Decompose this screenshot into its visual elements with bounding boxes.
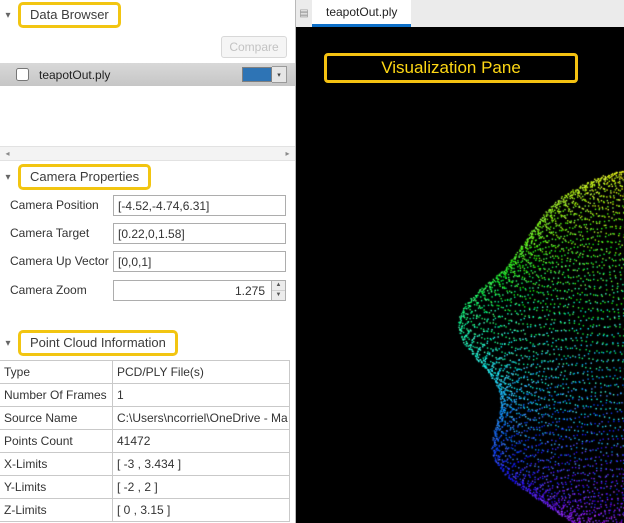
camera-target-row: Camera Target bbox=[0, 223, 295, 245]
spinner-down-icon[interactable]: ▼ bbox=[272, 291, 285, 300]
camera-properties-header: ▾ Camera Properties bbox=[2, 164, 152, 190]
point-cloud-information-title: Point Cloud Information bbox=[18, 330, 178, 356]
file-checkbox[interactable] bbox=[16, 68, 29, 81]
visualization-pane-annotation: Visualization Pane bbox=[324, 53, 578, 83]
data-browser-title: Data Browser bbox=[18, 2, 121, 28]
data-browser-header: ▾ Data Browser bbox=[2, 2, 121, 28]
camera-target-input[interactable] bbox=[113, 223, 286, 244]
row-label: Z-Limits bbox=[0, 499, 113, 521]
row-label: X-Limits bbox=[0, 453, 113, 475]
spinner-up-icon[interactable]: ▲ bbox=[272, 281, 285, 291]
scroll-left-icon[interactable]: ◂ bbox=[0, 149, 15, 158]
table-row: Z-Limits[ 0 , 3.15 ] bbox=[0, 499, 290, 522]
row-value: 41472 bbox=[113, 430, 290, 452]
visualization-pane[interactable]: Visualization Pane bbox=[296, 27, 624, 523]
camera-properties-title: Camera Properties bbox=[18, 164, 152, 190]
table-row: Source Name C:\Users\ncorriel\OneDrive - … bbox=[0, 407, 290, 430]
row-value: [ -2 , 2 ] bbox=[113, 476, 290, 498]
data-browser-panel: ▾ Data Browser Compare teapotOut.ply ▾ ◂… bbox=[0, 0, 295, 523]
camera-position-label: Camera Position bbox=[10, 198, 99, 212]
compare-button[interactable]: Compare bbox=[221, 36, 287, 58]
file-list-item[interactable]: teapotOut.ply ▾ bbox=[0, 63, 295, 86]
camera-zoom-row: Camera Zoom ▲ ▼ bbox=[0, 280, 295, 302]
row-value: 1 bbox=[113, 384, 290, 406]
row-label: Number Of Frames bbox=[0, 384, 113, 406]
camera-up-vector-input[interactable] bbox=[113, 251, 286, 272]
visualization-pane-label: Visualization Pane bbox=[381, 58, 521, 77]
document-tab-bar: ▤ teapotOut.ply bbox=[296, 0, 624, 27]
table-row: Type PCD/PLY File(s) bbox=[0, 361, 290, 384]
row-label: Source Name bbox=[0, 407, 113, 429]
file-name-label: teapotOut.ply bbox=[39, 67, 111, 82]
row-label: Points Count bbox=[0, 430, 113, 452]
collapse-arrow-icon[interactable]: ▾ bbox=[2, 172, 14, 183]
row-value: PCD/PLY File(s) bbox=[113, 361, 290, 383]
point-cloud-information-header: ▾ Point Cloud Information bbox=[2, 330, 178, 356]
camera-up-vector-label: Camera Up Vector bbox=[10, 254, 109, 268]
point-cloud-viewer-app: ▾ Data Browser Compare teapotOut.ply ▾ ◂… bbox=[0, 0, 624, 523]
color-swatch-control[interactable]: ▾ bbox=[242, 66, 287, 83]
table-row: X-Limits[ -3 , 3.434 ] bbox=[0, 453, 290, 476]
table-row: Points Count 41472 bbox=[0, 430, 290, 453]
row-value: C:\Users\ncorriel\OneDrive - Ma bbox=[113, 407, 290, 429]
row-value: [ 0 , 3.15 ] bbox=[113, 499, 290, 521]
table-row: Number Of Frames 1 bbox=[0, 384, 290, 407]
collapse-arrow-icon[interactable]: ▾ bbox=[2, 10, 14, 21]
camera-zoom-input[interactable] bbox=[113, 280, 286, 301]
row-label: Y-Limits bbox=[0, 476, 113, 498]
row-label: Type bbox=[0, 361, 113, 383]
camera-zoom-label: Camera Zoom bbox=[10, 283, 87, 297]
camera-position-row: Camera Position bbox=[0, 195, 295, 217]
documents-icon[interactable]: ▤ bbox=[296, 0, 312, 27]
tab-teapotout-ply[interactable]: teapotOut.ply bbox=[312, 0, 412, 27]
table-row: Y-Limits[ -2 , 2 ] bbox=[0, 476, 290, 499]
visualization-panel: ▤ teapotOut.ply Visualization Pane bbox=[295, 0, 624, 523]
row-value: [ -3 , 3.434 ] bbox=[113, 453, 290, 475]
swatch-dropdown-arrow-icon[interactable]: ▾ bbox=[272, 66, 287, 83]
camera-position-input[interactable] bbox=[113, 195, 286, 216]
point-cloud-render[interactable] bbox=[296, 27, 624, 523]
horizontal-scrollbar[interactable]: ◂ ▸ bbox=[0, 146, 295, 161]
camera-up-vector-row: Camera Up Vector bbox=[0, 251, 295, 273]
camera-zoom-spinner[interactable]: ▲ ▼ bbox=[271, 281, 285, 300]
camera-target-label: Camera Target bbox=[10, 226, 90, 240]
collapse-arrow-icon[interactable]: ▾ bbox=[2, 338, 14, 349]
tab-label: teapotOut.ply bbox=[326, 5, 398, 19]
point-cloud-info-table: Type PCD/PLY File(s) Number Of Frames 1 So… bbox=[0, 360, 290, 522]
color-swatch[interactable] bbox=[242, 67, 272, 82]
scroll-right-icon[interactable]: ▸ bbox=[280, 149, 295, 158]
